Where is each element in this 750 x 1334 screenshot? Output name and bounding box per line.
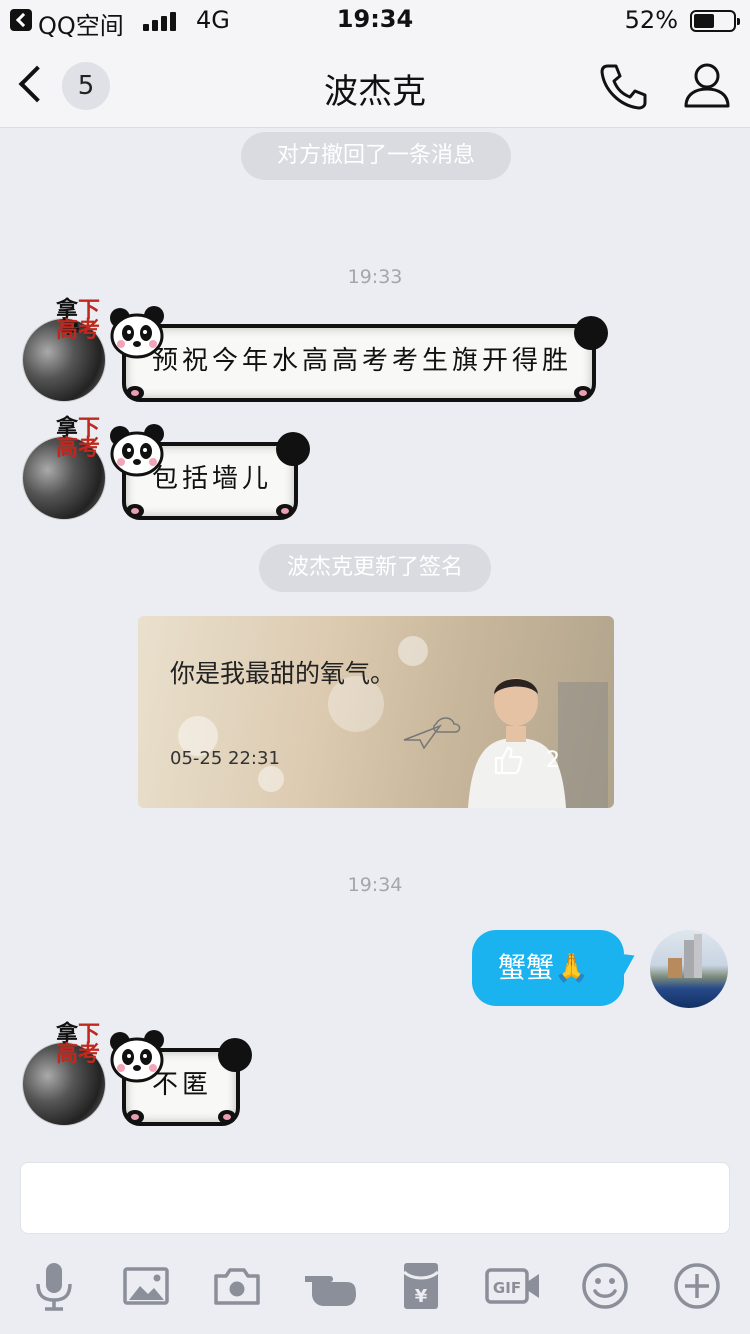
panda-paw-icon [126,1110,144,1124]
seal-char-3: 高 [56,317,79,343]
message-text: 包括墙儿 [152,464,273,494]
signature-notice: 波杰克更新了签名 [259,544,491,592]
timestamp: 19:34 [347,874,403,896]
panda-paw-icon [218,1110,236,1124]
person-photo [468,678,608,808]
gif-icon[interactable]: GIF [484,1260,542,1312]
panda-paw-icon [276,504,294,518]
red-packet-label: ¥ [415,1286,428,1307]
signature-card[interactable]: 你是我最甜的氧气。 05-25 22:31 2 [138,616,614,808]
seal-char-4: 考 [78,1041,101,1067]
recall-notice: 对方撤回了一条消息 [241,132,511,180]
panda-icon [110,1030,164,1083]
thumbs-up-icon[interactable] [492,744,524,776]
panda-ear-decoration [574,316,608,350]
person-icon[interactable] [682,60,732,110]
message-text: 预祝今年水高高考考生旗开得胜 [152,346,573,376]
battery-percent: 52% [624,6,678,34]
panda-paw-icon [574,386,592,400]
image-icon[interactable] [120,1260,172,1312]
seal-char-4: 考 [78,435,101,461]
seal-char-4: 考 [78,317,101,343]
paper-plane-icon [403,717,461,750]
microphone-icon[interactable] [28,1260,80,1312]
battery-icon [690,10,740,32]
poke-hand-icon[interactable] [302,1260,358,1312]
message-input[interactable] [20,1162,730,1234]
chat-header: 5 波杰克 [0,42,750,128]
gif-label: GIF [493,1279,521,1297]
message-text: 蟹蟹🙏 [498,951,589,984]
seal-char-3: 高 [56,435,79,461]
panda-ear-decoration [218,1038,252,1072]
camera-icon[interactable] [211,1260,263,1312]
status-bar: QQ空间 4G 19:34 52% [0,0,750,42]
outgoing-message-bubble[interactable]: 蟹蟹🙏 [472,930,624,1006]
like-count: 2 [546,748,560,773]
timestamp: 19:33 [347,266,403,288]
panda-ear-decoration [276,432,310,466]
input-toolbar: ¥ GIF [0,1250,750,1334]
signature-date: 05-25 22:31 [170,748,280,769]
panda-icon [110,424,164,477]
avatar-seal: 拿下 高考 [56,299,101,343]
signature-text: 你是我最甜的氧气。 [170,659,396,688]
emoji-icon[interactable] [579,1260,631,1312]
panda-paw-icon [126,386,144,400]
panda-icon [110,306,164,359]
avatar-seal: 拿下 高考 [56,417,101,461]
panda-paw-icon [126,504,144,518]
red-packet-icon[interactable]: ¥ [395,1260,447,1312]
seal-char-3: 高 [56,1041,79,1067]
plus-icon[interactable] [671,1260,723,1312]
avatar-seal: 拿下 高考 [56,1023,101,1067]
my-avatar[interactable] [650,930,728,1008]
phone-icon[interactable] [598,62,650,110]
message-bubble[interactable]: 预祝今年水高高考考生旗开得胜 [122,324,596,402]
